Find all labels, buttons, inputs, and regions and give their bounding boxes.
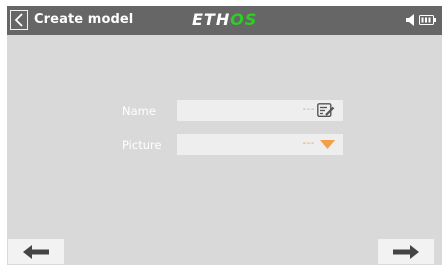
- screen: Create model ETHOS Name --- Picture ---: [0, 0, 448, 268]
- chevron-left-icon: [14, 13, 23, 27]
- name-value: ---: [302, 104, 315, 115]
- next-button[interactable]: [378, 239, 434, 264]
- name-field[interactable]: ---: [177, 100, 343, 121]
- dropdown-arrow-icon: [320, 140, 335, 149]
- picture-label: Picture: [122, 138, 162, 152]
- top-bar: Create model ETHOS: [7, 6, 442, 35]
- picture-value: ---: [302, 138, 315, 149]
- picture-select[interactable]: ---: [177, 134, 343, 155]
- battery-icon: [419, 15, 436, 25]
- back-button[interactable]: [10, 10, 28, 30]
- arrow-right-icon: [393, 244, 419, 259]
- status-icons: [406, 14, 436, 26]
- name-label: Name: [122, 104, 156, 118]
- arrow-left-icon: [23, 244, 49, 259]
- speaker-icon: [406, 14, 414, 26]
- edit-icon: [317, 103, 335, 118]
- create-model-panel: Create model ETHOS Name --- Picture ---: [7, 6, 442, 265]
- previous-button[interactable]: [8, 239, 64, 264]
- page-title: Create model: [34, 12, 134, 27]
- ethos-logo: ETHOS: [192, 10, 258, 29]
